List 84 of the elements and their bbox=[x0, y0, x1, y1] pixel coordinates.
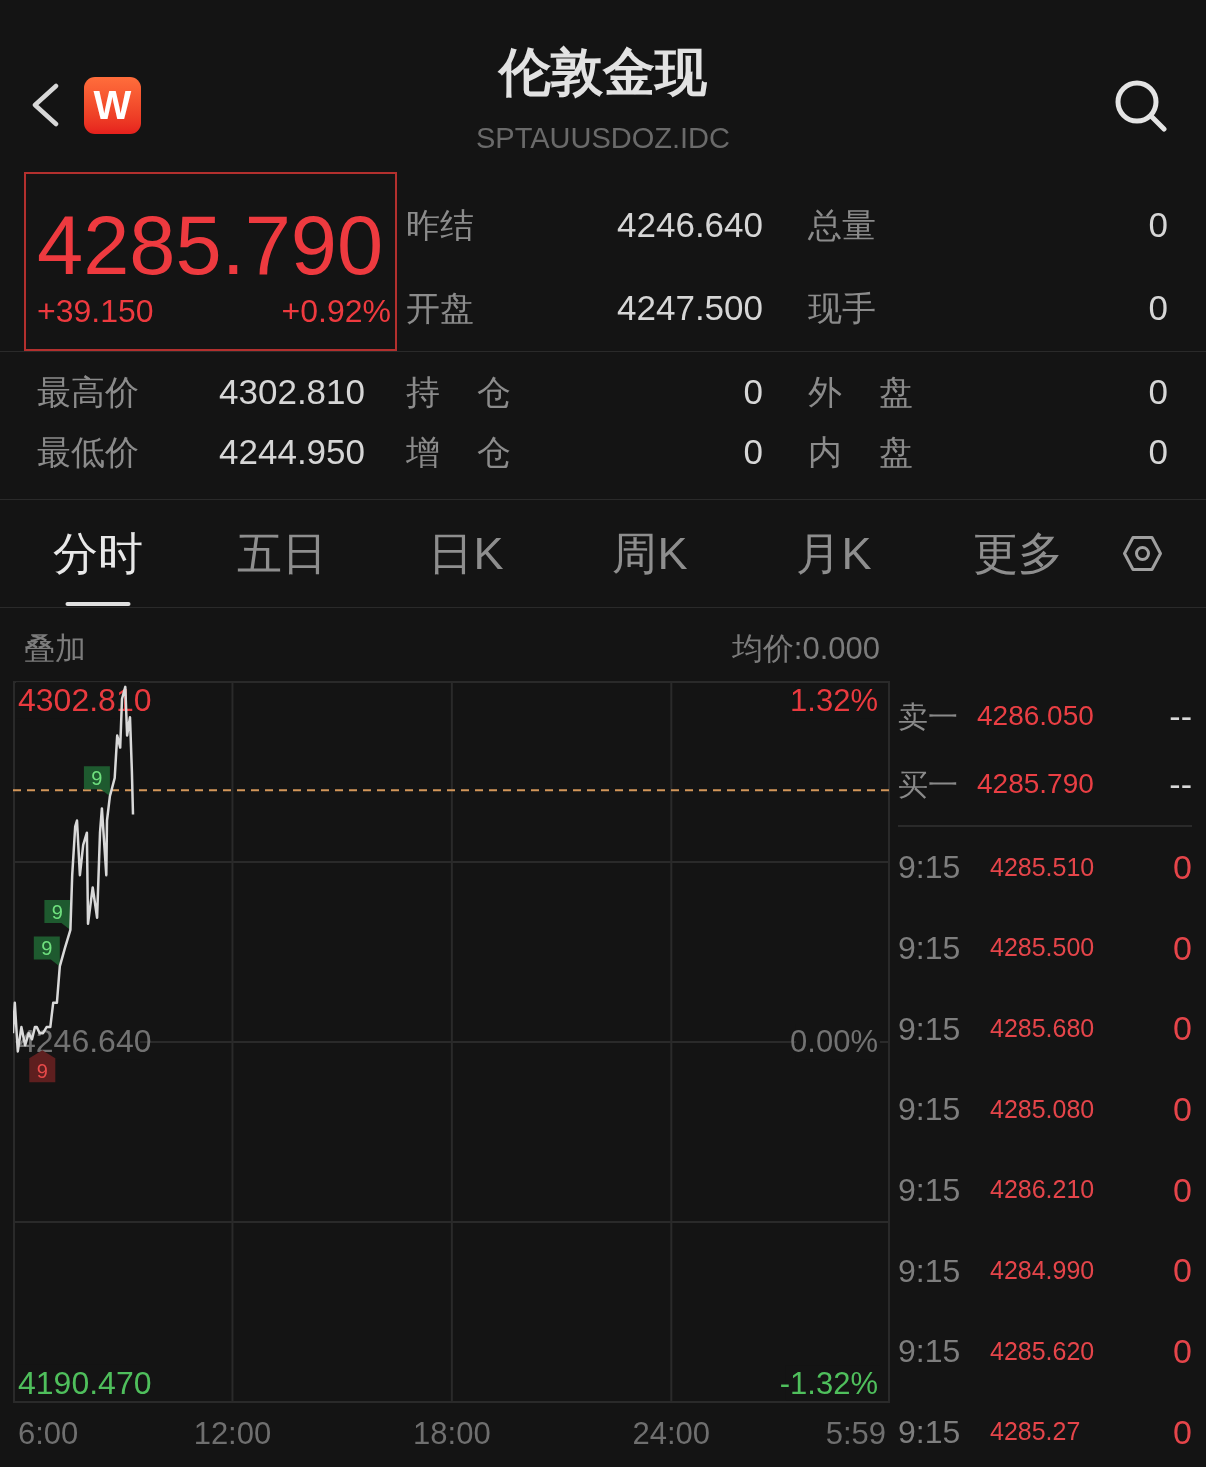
chart-tab[interactable]: 分时 bbox=[6, 500, 190, 607]
trade-time: 9:15 bbox=[898, 929, 962, 969]
stat-value: 4244.950 bbox=[219, 430, 365, 473]
trade-volume: 0 bbox=[1173, 1169, 1192, 1211]
signal-marker: 9 bbox=[33, 936, 60, 967]
stat-label: 外 盘 bbox=[808, 371, 914, 413]
signal-marker: 9 bbox=[44, 899, 71, 930]
x-axis-label: 24:00 bbox=[632, 1416, 711, 1451]
trade-price: 4285.680 bbox=[990, 1012, 1095, 1044]
percent-label: 0.00% bbox=[790, 1024, 878, 1060]
trade-time: 9:15 bbox=[898, 1171, 962, 1211]
page-title: 伦敦金现 bbox=[499, 42, 707, 102]
selected-tab-underline bbox=[65, 602, 131, 606]
stat-label: 最高价 bbox=[37, 371, 139, 413]
trade-volume: 0 bbox=[1173, 1008, 1192, 1050]
order-volume: -- bbox=[1169, 695, 1192, 737]
trade-time: 9:15 bbox=[898, 1413, 962, 1453]
search-icon[interactable] bbox=[1113, 78, 1167, 132]
trade-time: 9:15 bbox=[898, 1009, 962, 1049]
trade-volume: 0 bbox=[1173, 1330, 1192, 1372]
stat-label: 持 仓 bbox=[406, 371, 512, 413]
order-level-label: 买一 bbox=[898, 766, 959, 803]
percent-label: -1.32% bbox=[779, 1365, 878, 1401]
trade-volume: 0 bbox=[1173, 1250, 1192, 1292]
stat-label: 现手 bbox=[808, 288, 876, 329]
trade-price: 4285.080 bbox=[990, 1093, 1095, 1125]
stat-value: 4302.810 bbox=[219, 370, 365, 413]
app-logo: W bbox=[84, 76, 141, 134]
trade-volume: 0 bbox=[1173, 927, 1192, 969]
trade-price: 4285.27 bbox=[990, 1416, 1081, 1448]
symbol-code: SPTAUUSDOZ.IDC bbox=[475, 121, 730, 156]
x-axis-label: 12:00 bbox=[193, 1416, 272, 1451]
chart-tab[interactable]: 更多 bbox=[926, 500, 1110, 607]
trade-time: 9:15 bbox=[898, 1251, 962, 1291]
stat-value: 0 bbox=[1148, 287, 1168, 330]
trade-volume: 0 bbox=[1173, 1411, 1192, 1453]
price-change: +39.150 bbox=[37, 293, 154, 329]
stat-value: 0 bbox=[1148, 370, 1168, 413]
trade-price: 4284.990 bbox=[990, 1255, 1095, 1287]
order-volume: -- bbox=[1169, 763, 1192, 805]
trade-price: 4285.500 bbox=[990, 932, 1095, 964]
back-icon[interactable] bbox=[30, 83, 60, 127]
trade-price: 4285.620 bbox=[990, 1335, 1095, 1367]
order-level-label: 卖一 bbox=[898, 698, 959, 735]
settings-icon[interactable] bbox=[1122, 533, 1163, 574]
chart-tab[interactable]: 周K bbox=[558, 500, 742, 607]
stat-value: 0 bbox=[743, 430, 763, 473]
x-axis-label: 6:00 bbox=[18, 1416, 79, 1451]
average-price: 均价:0.000 bbox=[731, 630, 880, 669]
stat-label: 开盘 bbox=[406, 288, 474, 329]
signal-marker: 9 bbox=[83, 766, 110, 797]
trade-volume: 0 bbox=[1173, 846, 1192, 888]
annotation: 9 bbox=[51, 900, 63, 923]
stat-value: 0 bbox=[743, 370, 763, 413]
annotation: 9 bbox=[36, 1060, 48, 1083]
chart-tab[interactable]: 月K bbox=[742, 500, 926, 607]
trade-time: 9:15 bbox=[898, 848, 962, 888]
annotation: 9 bbox=[41, 937, 53, 960]
stat-value: 4247.500 bbox=[617, 287, 763, 330]
order-price: 4285.790 bbox=[977, 767, 1094, 801]
axis-end-time: 5:59 bbox=[825, 1416, 886, 1451]
trade-price: 4286.210 bbox=[990, 1174, 1095, 1206]
stat-value: 4246.640 bbox=[617, 204, 763, 247]
stat-label: 最低价 bbox=[37, 431, 139, 473]
stat-value: 0 bbox=[1148, 204, 1168, 247]
x-axis-label: 18:00 bbox=[413, 1416, 491, 1451]
annotation: 9 bbox=[91, 767, 103, 790]
stat-label: 昨结 bbox=[406, 205, 474, 246]
trade-volume: 0 bbox=[1173, 1088, 1192, 1130]
stat-label: 内 盘 bbox=[808, 431, 914, 473]
trade-time: 9:15 bbox=[898, 1090, 962, 1130]
chart-tab[interactable]: 日K bbox=[374, 500, 558, 607]
percent-change: +0.92% bbox=[281, 293, 391, 329]
percent-label: 1.32% bbox=[790, 683, 878, 719]
stat-value: 0 bbox=[1148, 430, 1168, 473]
overlay-button[interactable]: 叠加 bbox=[24, 626, 86, 673]
stat-label: 增 仓 bbox=[406, 431, 512, 473]
order-price: 4286.050 bbox=[977, 699, 1094, 733]
last-price: 4285.790 bbox=[37, 204, 384, 287]
trade-price: 4285.510 bbox=[990, 851, 1095, 883]
stat-label: 总量 bbox=[808, 205, 876, 246]
y-axis-label: 4190.470 bbox=[18, 1364, 152, 1401]
chart-tab[interactable]: 五日 bbox=[190, 500, 374, 607]
trade-time: 9:15 bbox=[898, 1332, 962, 1372]
